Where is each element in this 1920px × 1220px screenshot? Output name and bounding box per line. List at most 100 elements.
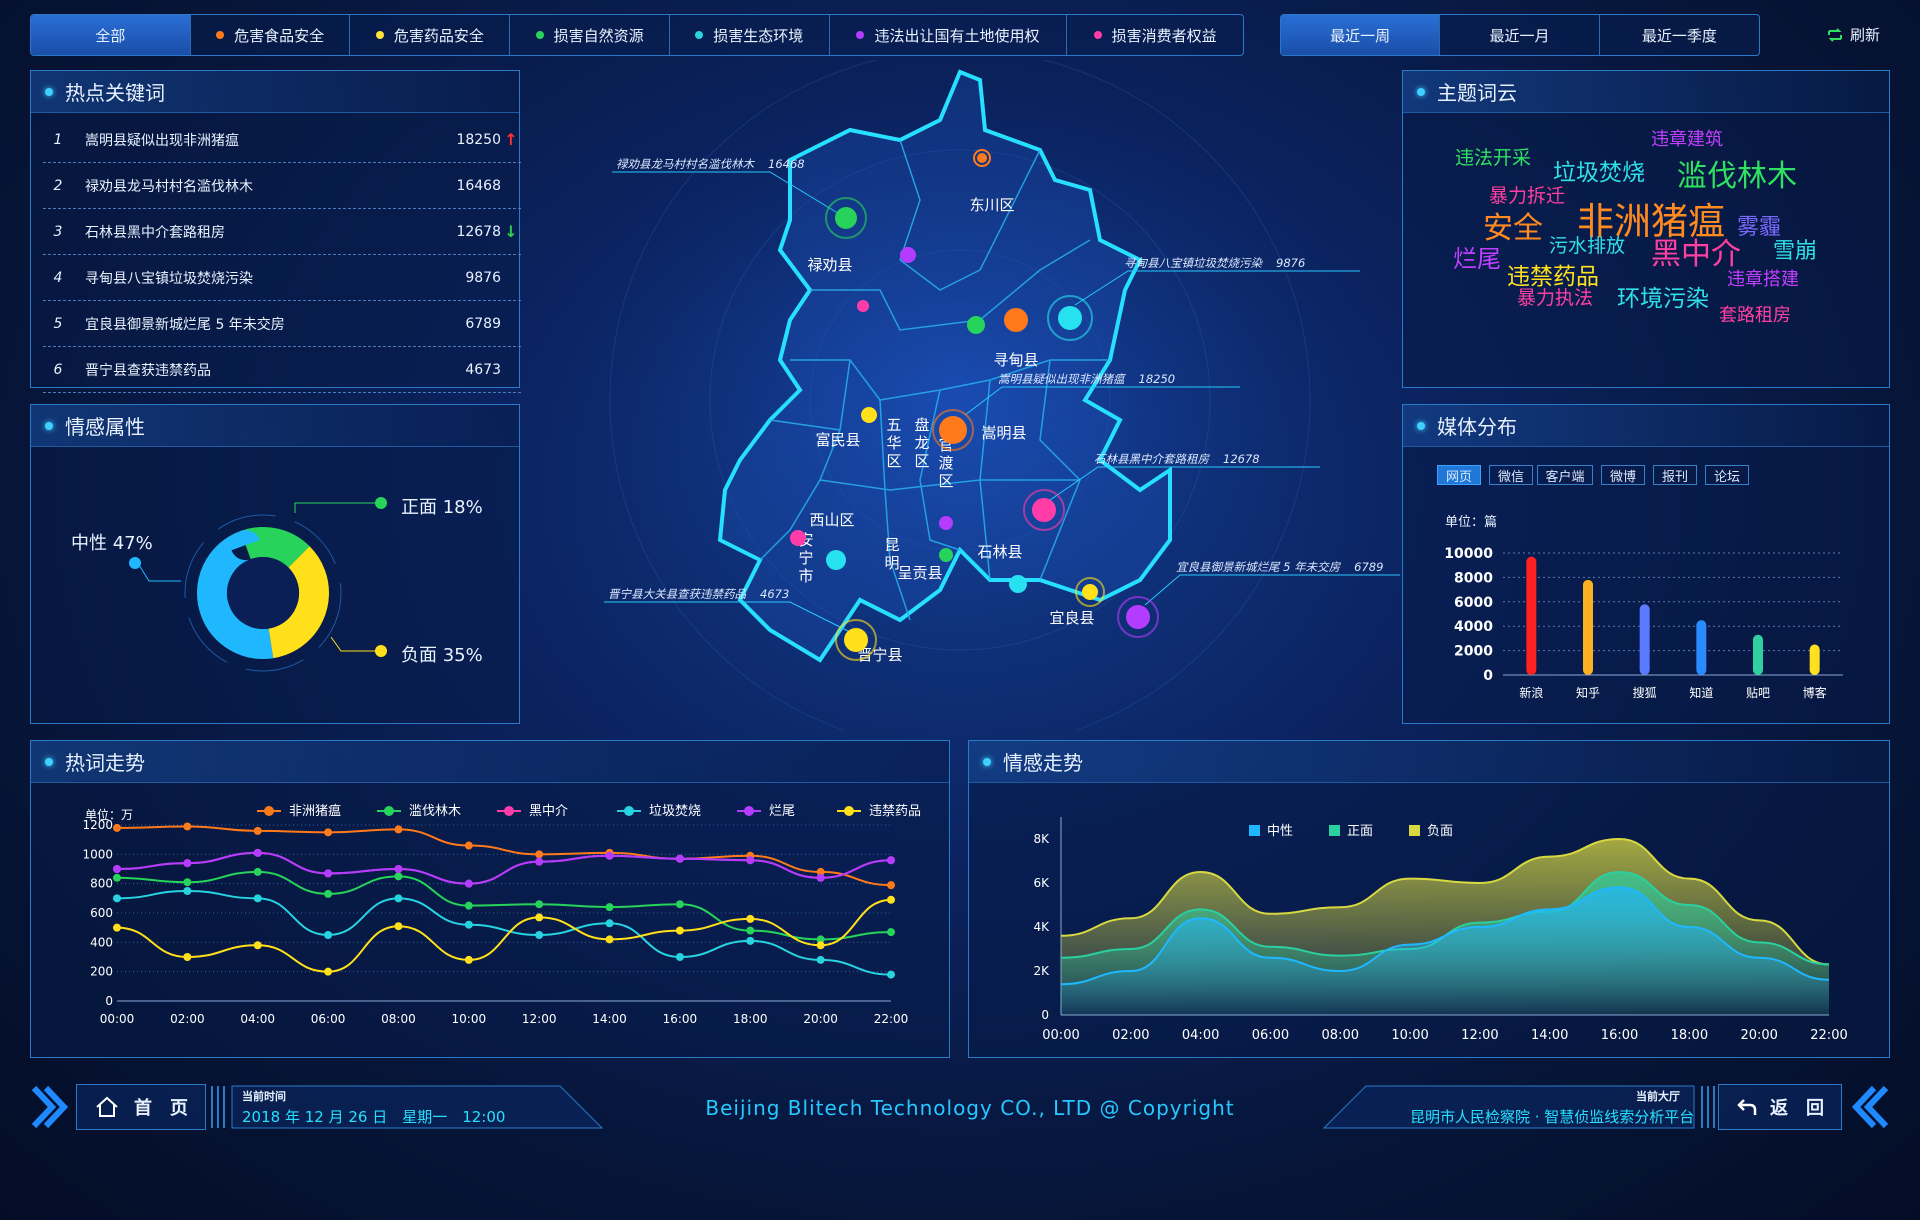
- media-tab[interactable]: 网页: [1437, 465, 1481, 485]
- district-label: 禄劝县: [807, 256, 852, 274]
- word-cloud-word[interactable]: 套路租房: [1719, 301, 1791, 327]
- legend-marker: [844, 806, 854, 816]
- panel-title-text: 热点关键词: [65, 81, 165, 105]
- keyword-text: 宜良县御景新城烂尾 5 年未交房: [85, 316, 285, 333]
- media-tab[interactable]: 论坛: [1705, 465, 1749, 485]
- x-tick-label: 22:00: [1810, 1028, 1847, 1043]
- tab-last-quarter[interactable]: 最近一季度: [1600, 15, 1759, 55]
- tab-drug-safety[interactable]: 危害药品安全: [350, 15, 511, 55]
- tab-natural-resources[interactable]: 损害自然资源: [510, 15, 670, 55]
- callout-text: 晋宁县大关县查获违禁药品 4673: [608, 587, 789, 601]
- neutral-marker: [129, 557, 141, 569]
- refresh-button[interactable]: 刷新: [1826, 24, 1880, 45]
- data-point: [113, 923, 121, 932]
- district-label: 区: [938, 472, 953, 490]
- x-tick-label: 18:00: [733, 1012, 768, 1026]
- keyword-value: 9876: [465, 269, 501, 286]
- data-point: [605, 919, 614, 928]
- bullet-icon: [1417, 87, 1425, 96]
- series-line: [116, 851, 892, 885]
- media-tab[interactable]: 微博: [1601, 465, 1645, 485]
- cyan-dot-icon: [695, 31, 704, 39]
- keyword-rank: 4: [53, 269, 63, 286]
- tab-label: 全部: [95, 26, 126, 45]
- legend-label: 非洲猪瘟: [289, 803, 341, 819]
- tab-last-week[interactable]: 最近一周: [1281, 15, 1441, 55]
- data-point: [253, 894, 262, 903]
- tab-food-safety[interactable]: 危害食品安全: [191, 15, 351, 55]
- refresh-label: 刷新: [1850, 26, 1881, 44]
- district-label: 寻甸县: [993, 351, 1038, 369]
- y-tick-label: 0: [1483, 668, 1493, 684]
- word-cloud-word[interactable]: 污水排放: [1549, 231, 1625, 258]
- refresh-icon: [1828, 27, 1842, 42]
- word-cloud-word[interactable]: 雪崩: [1773, 233, 1817, 265]
- hot-trend-line-chart: 单位：万02004006008001000120000:00 02:00 04:00…: [82, 803, 921, 1026]
- data-point: [535, 850, 544, 859]
- data-point: [535, 857, 544, 866]
- keyword-row[interactable]: 4 寻甸县八宝镇垃圾焚烧污染 9876: [43, 255, 521, 301]
- word-cloud: 违章建筑 违法开采 垃圾焚烧 滥伐林木 暴力拆迁 安全 非洲猪瘟 雾霾 烂尾 污水排放 黑中介 雪崩违…: [1403, 113, 1889, 387]
- legend-item: 黑中介: [497, 804, 568, 819]
- y-tick-label: 2K: [1033, 964, 1050, 978]
- keyword-row[interactable]: 1 嵩明县疑似出现非洲猪瘟 18250 ↑: [43, 117, 521, 163]
- tab-land-use[interactable]: 违法出让国有土地使用权: [830, 15, 1068, 55]
- word-cloud-word[interactable]: 暴力执法: [1517, 283, 1593, 310]
- emotion-trend-panel: 情感走势 0 2K 4K 6K 8K 00:00 02:00 04:00 06:00 08:00 1…: [968, 740, 1890, 1058]
- tab-label: 最近一周: [1330, 26, 1391, 45]
- word-cloud-word[interactable]: 垃圾焚烧: [1553, 153, 1645, 187]
- data-point: [394, 894, 403, 903]
- district-label: 区: [886, 452, 901, 470]
- time-value: 2018 年 12 月 26 日 星期一 12:00: [242, 1108, 506, 1126]
- keyword-row[interactable]: 5 宜良县御景新城烂尾 5 年未交房 6789: [43, 301, 521, 347]
- copyright-text: Beijing Blitech Technology CO., LTD @ Co…: [705, 1096, 1235, 1120]
- word-cloud-word[interactable]: 违法开采: [1455, 143, 1531, 170]
- word-cloud-word[interactable]: 违章建筑: [1651, 125, 1723, 151]
- district-label: 华: [886, 434, 901, 452]
- tab-ecology[interactable]: 损害生态环境: [670, 15, 830, 55]
- media-tab[interactable]: 微信: [1489, 465, 1533, 485]
- back-button[interactable]: 返 回: [1718, 1084, 1842, 1130]
- y-tick-label: 1000: [82, 847, 113, 861]
- tab-label: 最近一季度: [1641, 26, 1717, 45]
- data-point: [113, 823, 121, 832]
- panel-title-text: 情感属性: [65, 415, 145, 439]
- data-point: [183, 822, 192, 831]
- word-cloud-word[interactable]: 烂尾: [1453, 239, 1501, 274]
- word-cloud-word[interactable]: 违章搭建: [1727, 265, 1799, 291]
- data-point: [535, 913, 544, 922]
- keyword-row[interactable]: 2 禄劝县龙马村村名滥伐林木 16468: [43, 163, 521, 209]
- data-point: [746, 926, 755, 935]
- data-point: [183, 878, 192, 887]
- keyword-row[interactable]: 3 石林县黑中介套路租房 12678 ↓: [43, 209, 521, 255]
- data-point: [253, 867, 262, 876]
- pink-dot-icon: [1093, 31, 1102, 39]
- data-point: [464, 901, 473, 910]
- media-tab[interactable]: 客户端: [1537, 465, 1593, 485]
- word-cloud-word[interactable]: 滥伐林木: [1677, 151, 1797, 195]
- keyword-row[interactable]: 6 晋宁县查获违禁药品 4673: [43, 347, 521, 393]
- tab-all[interactable]: 全部: [31, 15, 191, 55]
- keyword-text: 寻甸县八宝镇垃圾焚烧污染: [85, 270, 253, 287]
- word-cloud-word[interactable]: 环境污染: [1617, 279, 1709, 313]
- district-label: 东川区: [969, 196, 1014, 214]
- district-label: 富民县: [815, 431, 860, 449]
- y-tick-label: 600: [90, 906, 113, 920]
- data-point: [324, 967, 333, 976]
- y-tick-label: 6K: [1033, 876, 1050, 890]
- home-button[interactable]: 首 页: [76, 1084, 206, 1130]
- y-tick-label: 4K: [1033, 920, 1050, 934]
- donut-hole: [227, 557, 299, 629]
- tab-last-month[interactable]: 最近一月: [1440, 15, 1600, 55]
- x-tick-label: 10:00: [1391, 1028, 1428, 1043]
- keyword-value: 12678: [456, 223, 501, 240]
- x-tick-label: 12:00: [522, 1012, 557, 1026]
- media-tab[interactable]: 报刊: [1653, 465, 1697, 485]
- x-tick-label: 00:00: [100, 1012, 135, 1026]
- neutral-leader-line: [138, 564, 181, 582]
- tab-consumer-rights[interactable]: 损害消费者权益: [1067, 15, 1243, 55]
- legend-marker: [624, 806, 634, 816]
- data-point: [816, 941, 825, 950]
- district-label: 西山区: [809, 511, 854, 529]
- y-tick-label: 6000: [1454, 595, 1493, 611]
